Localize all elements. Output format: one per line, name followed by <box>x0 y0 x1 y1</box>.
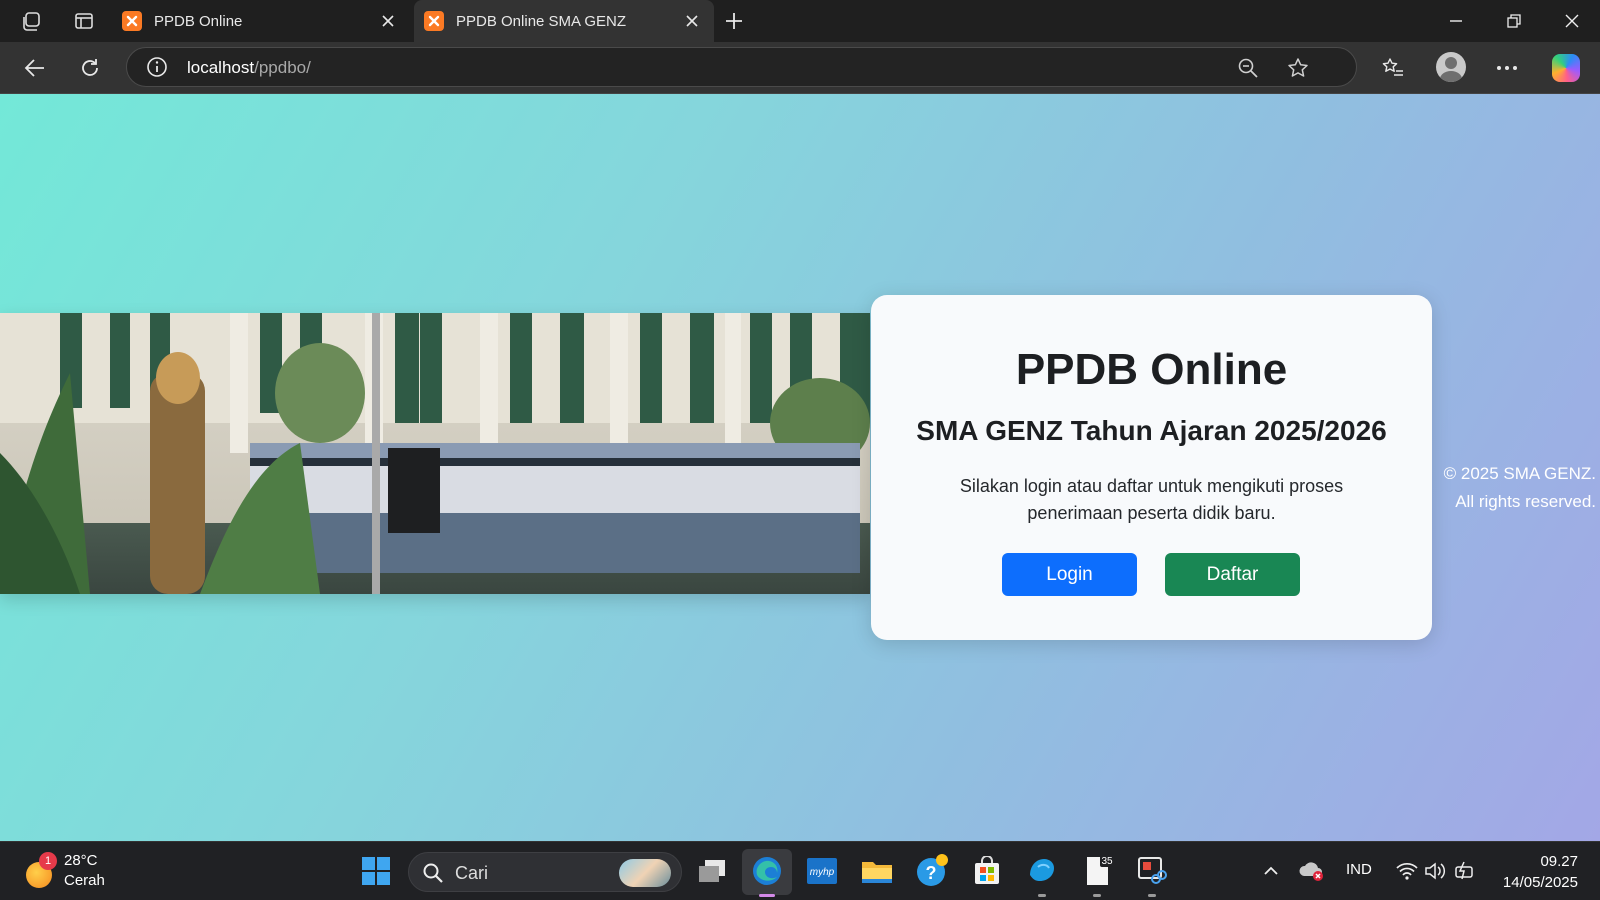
favorite-star-icon[interactable] <box>1284 54 1312 82</box>
xampp-favicon-icon <box>122 11 142 31</box>
workspaces-icon[interactable] <box>20 9 44 33</box>
more-options-icon[interactable] <box>1491 52 1523 84</box>
running-app-indicator <box>1038 894 1046 897</box>
tab-ppdb-online[interactable]: PPDB Online <box>112 0 410 42</box>
register-button[interactable]: Daftar <box>1165 553 1300 596</box>
task-view-icon[interactable] <box>695 854 729 888</box>
volume-icon[interactable] <box>1418 854 1452 888</box>
copyright-line: © 2025 SMA GENZ. <box>1443 464 1596 483</box>
refresh-icon[interactable] <box>74 52 106 84</box>
url-text[interactable]: localhost/ppdbo/ <box>187 58 311 78</box>
windows-start-icon[interactable] <box>359 854 393 888</box>
taskbar-search[interactable]: Cari <box>408 852 682 892</box>
close-window-icon[interactable] <box>1544 0 1600 42</box>
notepad-icon[interactable]: 35 <box>1080 854 1114 888</box>
weather-widget[interactable]: 1 28°C Cerah <box>24 850 114 894</box>
tab-title: PPDB Online <box>154 12 243 30</box>
welcome-card: PPDB Online SMA GENZ Tahun Ajaran 2025/2… <box>871 295 1432 640</box>
school-assembly-illustration <box>0 313 870 594</box>
tab-ppdb-online-sma-genz[interactable]: PPDB Online SMA GENZ <box>414 0 714 42</box>
restore-window-icon[interactable] <box>1486 0 1542 42</box>
battery-charging-icon[interactable] <box>1449 854 1483 888</box>
xampp-favicon-icon <box>424 11 444 31</box>
search-highlight-image <box>619 859 671 887</box>
tab-actions-icon[interactable] <box>72 9 96 33</box>
browser-toolbar: localhost/ppdbo/ <box>0 42 1600 94</box>
back-arrow-icon[interactable] <box>19 52 51 84</box>
page-viewport: PPDB Online SMA GENZ Tahun Ajaran 2025/2… <box>0 94 1600 841</box>
site-info-icon[interactable] <box>145 55 169 79</box>
svg-text:?: ? <box>926 863 937 883</box>
running-app-indicator <box>1148 894 1156 897</box>
close-tab-icon[interactable] <box>374 7 402 35</box>
notes-badge-count: 35 <box>1101 856 1113 867</box>
search-placeholder: Cari <box>455 863 489 883</box>
minimize-window-icon[interactable] <box>1428 0 1484 42</box>
language-indicator[interactable]: IND <box>1346 861 1372 878</box>
microsoft-store-icon[interactable] <box>970 854 1004 888</box>
clock-date: 14/05/2025 <box>1502 874 1578 891</box>
profile-avatar[interactable] <box>1436 52 1466 82</box>
notification-badge: 1 <box>39 852 57 870</box>
svg-text:myhp: myhp <box>810 867 835 878</box>
system-clock[interactable]: 09.27 14/05/2025 <box>1503 851 1578 893</box>
help-app-icon[interactable]: ? <box>915 854 949 888</box>
browser-tab-bar: PPDB Online PPDB Online SMA GENZ <box>0 0 1600 42</box>
copilot-icon[interactable] <box>1552 54 1580 82</box>
edge-browser-icon[interactable] <box>750 854 784 888</box>
school-assembly-photo <box>0 313 870 594</box>
clock-time: 09.27 <box>1540 853 1578 870</box>
url-host: localhost <box>187 58 255 77</box>
snipping-tool-icon[interactable] <box>1135 854 1169 888</box>
file-explorer-icon[interactable] <box>860 854 894 888</box>
myhp-app-icon[interactable]: myhp <box>805 854 839 888</box>
zoom-out-icon[interactable] <box>1234 54 1262 82</box>
page-title: PPDB Online <box>1015 345 1288 394</box>
onedrive-error-icon[interactable] <box>1295 854 1329 888</box>
copyright-footer: © 2025 SMA GENZ. All rights reserved. <box>1432 460 1600 516</box>
chevron-up-icon[interactable] <box>1254 854 1288 888</box>
blue-app-icon[interactable] <box>1025 854 1059 888</box>
login-button[interactable]: Login <box>1002 553 1137 596</box>
rights-line: All rights reserved. <box>1455 492 1596 511</box>
temperature: 28°C <box>64 852 98 869</box>
url-path: /ppdbo/ <box>254 58 311 77</box>
favorites-list-icon[interactable] <box>1377 52 1409 84</box>
close-tab-icon[interactable] <box>678 7 706 35</box>
page-subtitle: SMA GENZ Tahun Ajaran 2025/2026 <box>916 415 1387 446</box>
weather-condition: Cerah <box>64 872 105 889</box>
address-bar[interactable]: localhost/ppdbo/ <box>126 47 1357 87</box>
search-icon <box>421 861 445 885</box>
new-tab-icon[interactable] <box>720 7 748 35</box>
running-app-indicator <box>1093 894 1101 897</box>
tab-title: PPDB Online SMA GENZ <box>456 12 627 30</box>
windows-taskbar: 1 28°C Cerah Cari myhp ? 35 IND 09.27 14… <box>0 841 1600 900</box>
page-description: Silakan login atau daftar untuk mengikut… <box>959 476 1344 523</box>
active-app-indicator <box>759 894 775 897</box>
